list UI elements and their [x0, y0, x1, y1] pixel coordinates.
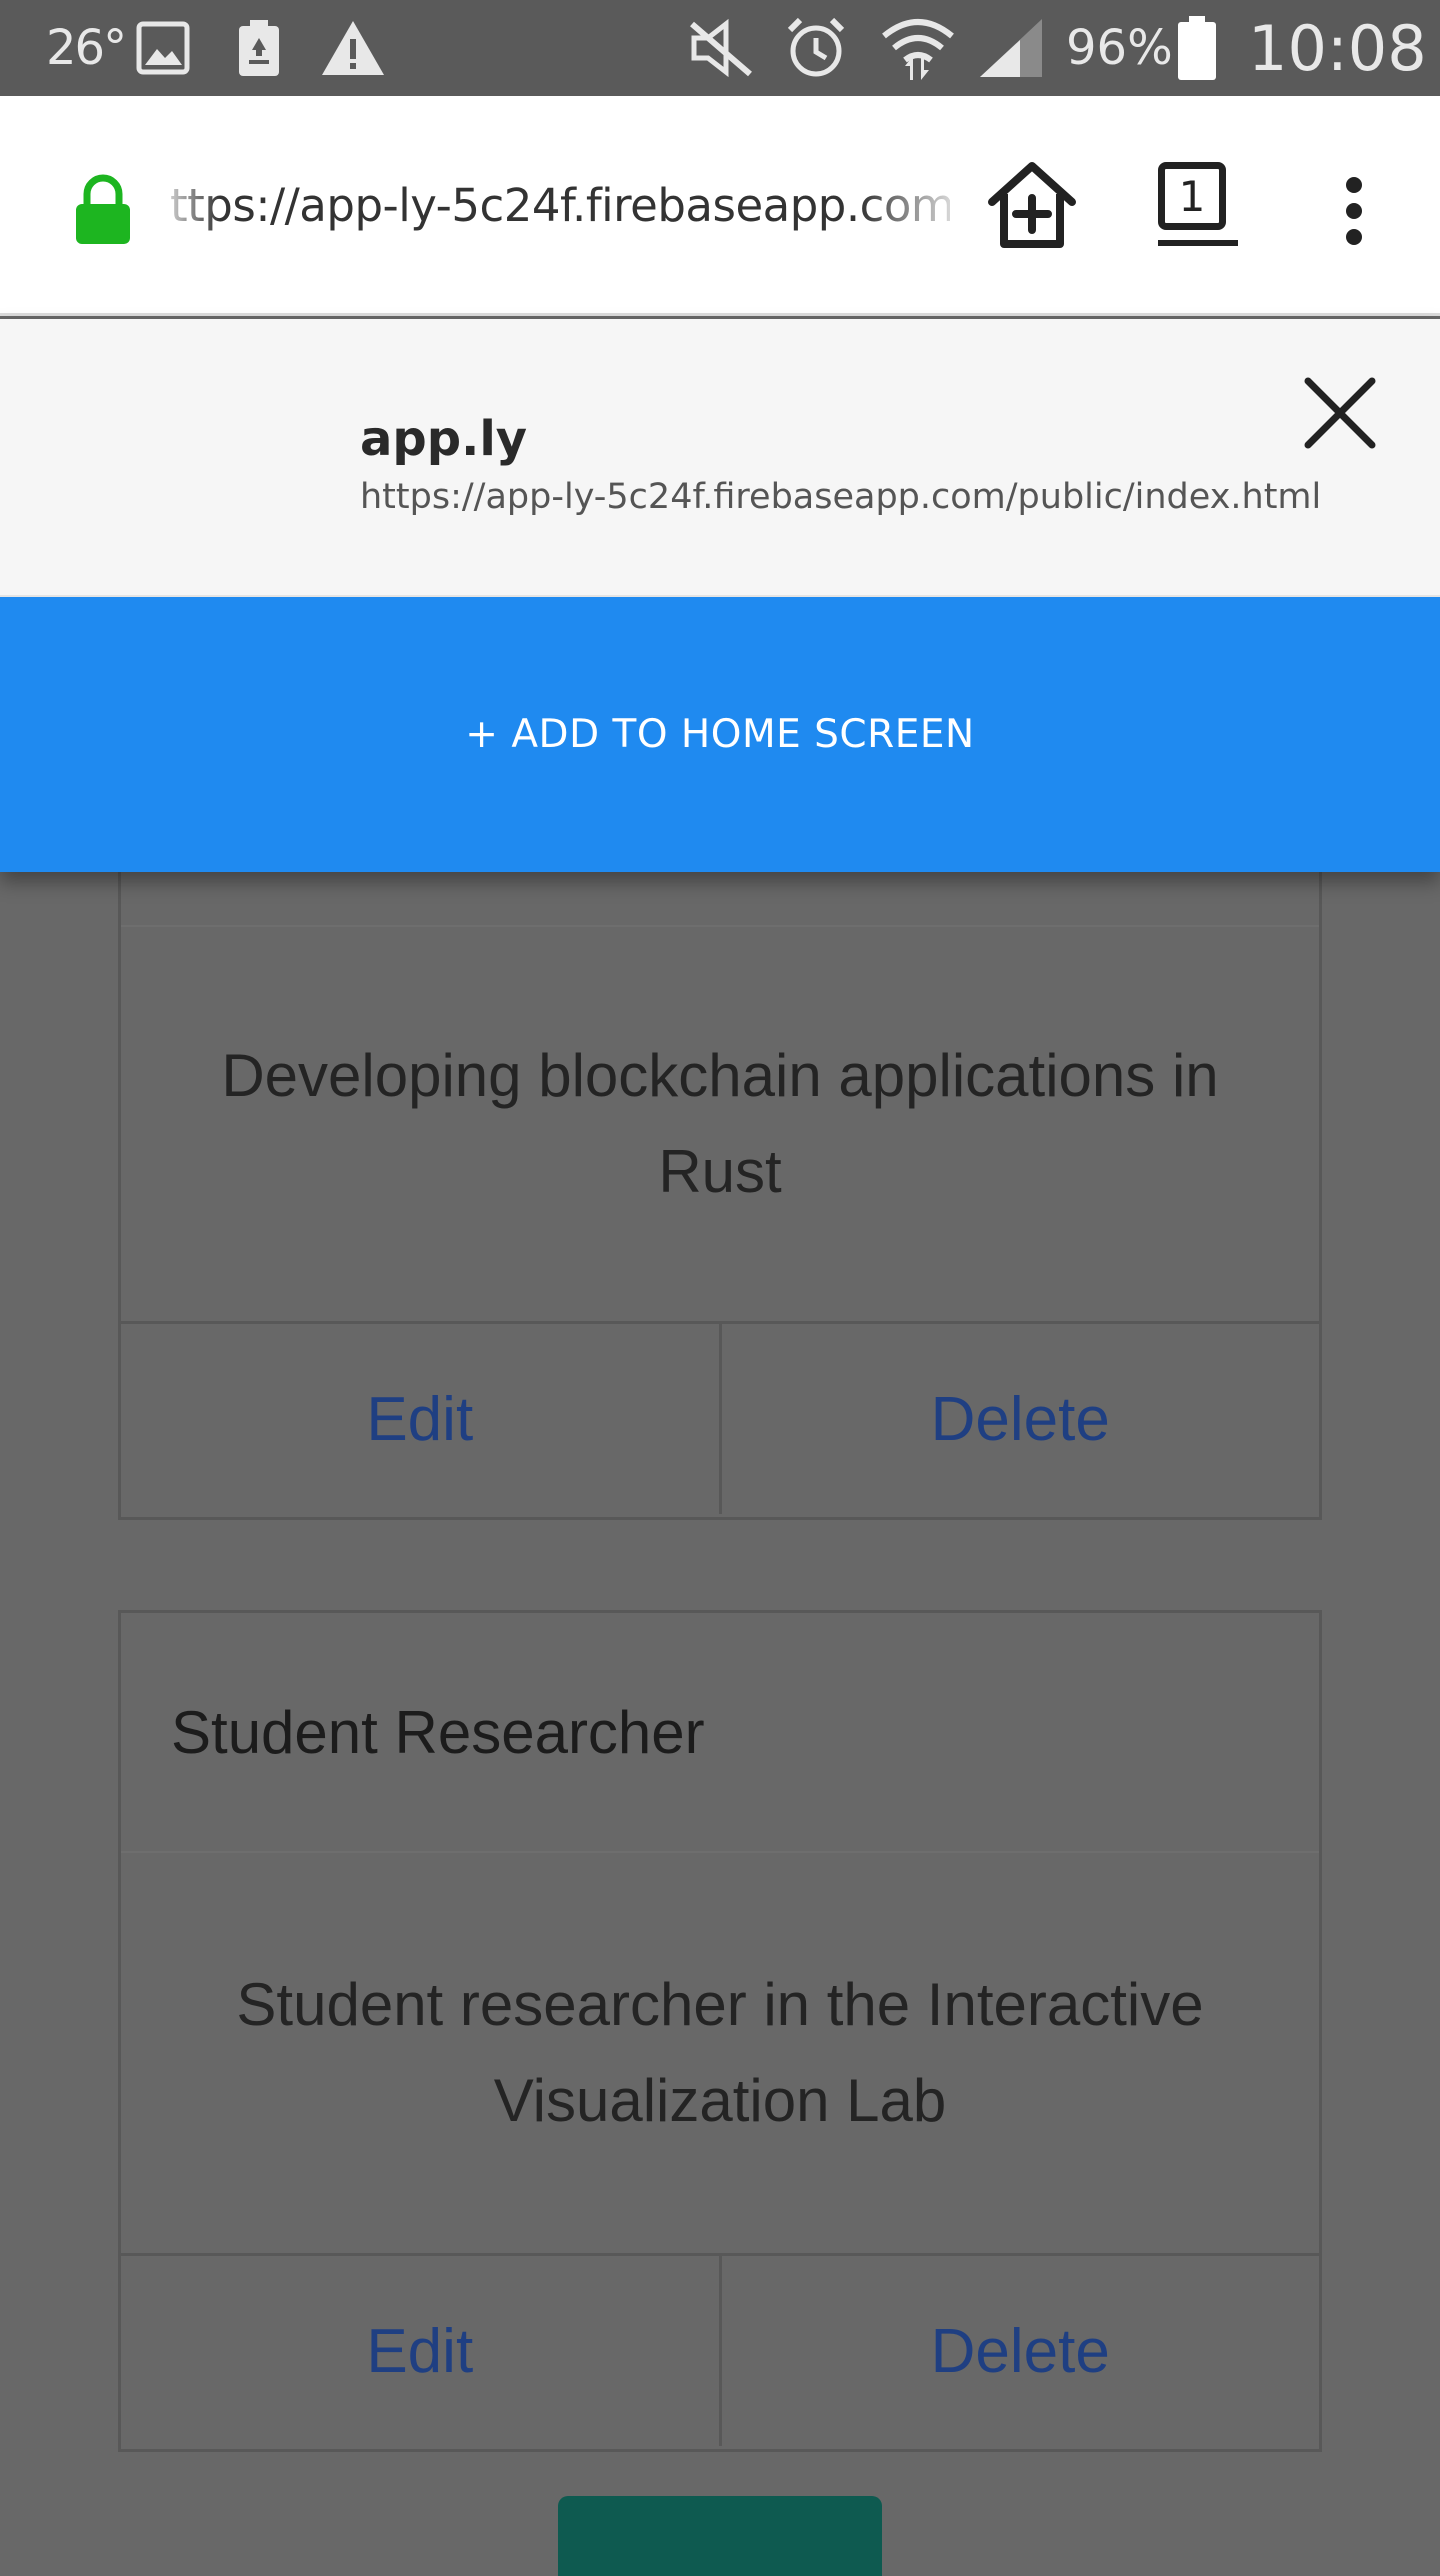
card-description: Developing blockchain applications in Ru… [121, 927, 1319, 1324]
add-to-home-icon[interactable] [984, 160, 1080, 257]
add-to-home-screen-banner: app.ly https://app-ly-5c24f.firebaseapp.… [0, 319, 1440, 872]
add-button[interactable] [558, 2496, 882, 2576]
status-bar: 26° 96% 10:08 [0, 0, 1440, 96]
gallery-icon [136, 0, 190, 96]
warning-icon [320, 0, 386, 96]
delete-button[interactable]: Delete [718, 2256, 1320, 2446]
battery-icon [1176, 0, 1218, 96]
delete-button[interactable]: Delete [718, 1324, 1320, 1514]
app-name: app.ly [360, 411, 528, 467]
mute-icon [688, 0, 754, 96]
card-actions: Edit Delete [121, 2256, 1319, 2446]
alarm-icon [784, 0, 848, 96]
tab-switcher-icon: 1 [1158, 162, 1226, 230]
edit-button[interactable]: Edit [121, 2256, 719, 2446]
card-title [121, 863, 1319, 927]
url-bar[interactable]: https://app-ly-5c24f.firebaseapp.com/app [170, 176, 950, 236]
url-text: https://app-ly-5c24f.firebaseapp.com/app [170, 179, 950, 232]
tab-switcher-button[interactable]: 1 [1158, 162, 1238, 246]
card-actions: Edit Delete [121, 1324, 1319, 1514]
wifi-icon [880, 0, 956, 96]
close-icon[interactable] [1302, 375, 1378, 456]
add-to-home-screen-button[interactable]: + ADD TO HOME SCREEN [0, 597, 1440, 872]
battery-percent: 96% [1066, 20, 1173, 76]
tab-switcher-underline [1158, 240, 1238, 246]
temperature: 26° [46, 20, 127, 76]
edit-button[interactable]: Edit [121, 1324, 719, 1514]
lock-icon[interactable] [74, 174, 132, 251]
banner-info: app.ly https://app-ly-5c24f.firebaseapp.… [0, 319, 1440, 597]
experience-card: Developing blockchain applications in Ru… [118, 860, 1322, 1520]
browser-toolbar: https://app-ly-5c24f.firebaseapp.com/app… [0, 96, 1440, 316]
clock: 10:08 [1248, 11, 1427, 85]
tab-count: 1 [1178, 171, 1206, 221]
battery-recycle-icon [236, 0, 282, 96]
signal-icon [978, 0, 1044, 96]
card-title: Student Researcher [121, 1613, 1319, 1853]
card-description: Student researcher in the Interactive Vi… [121, 1853, 1319, 2256]
experience-card: Student Researcher Student researcher in… [118, 1610, 1322, 2452]
app-url: https://app-ly-5c24f.firebaseapp.com/pub… [360, 477, 1322, 517]
overflow-menu-icon[interactable] [1338, 176, 1370, 251]
